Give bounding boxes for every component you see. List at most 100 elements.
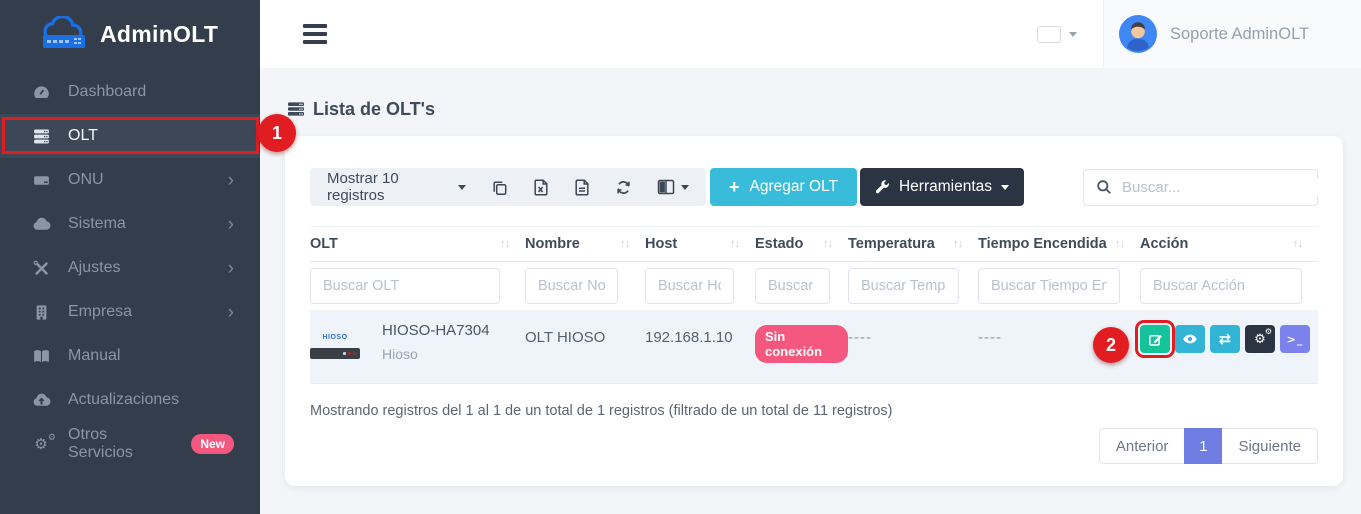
chevron-down-icon	[681, 185, 689, 194]
sidebar-item-sistema[interactable]: Sistema ›	[0, 202, 260, 246]
chevron-down-icon	[1001, 185, 1009, 194]
table-filter-row	[310, 262, 1318, 310]
device-icon	[31, 171, 51, 190]
table-header-row: OLT↑↓ Nombre↑↓ Host↑↓ Estado↑↓ Temperatu…	[310, 226, 1318, 262]
pagination: Anterior 1 Siguiente	[310, 428, 1318, 464]
app-logo[interactable]: AdminOLT	[0, 0, 260, 68]
user-menu[interactable]: Soporte AdminOLT	[1103, 0, 1361, 68]
sidebar-item-label: OLT	[68, 127, 98, 145]
language-dropdown[interactable]	[1038, 27, 1103, 42]
cell-nombre: OLT HIOSO	[525, 310, 645, 346]
sidebar-item-label: Empresa	[68, 303, 132, 321]
sidebar-item-label: Actualizaciones	[68, 391, 179, 409]
terminal-icon: >_	[1287, 333, 1304, 346]
sort-icon: ↑↓	[1293, 238, 1302, 250]
column-header-estado[interactable]: Estado↑↓	[755, 236, 848, 252]
chevron-right-icon: ›	[228, 171, 234, 190]
column-header-temperatura[interactable]: Temperatura↑↓	[848, 236, 978, 252]
view-button[interactable]	[1175, 325, 1205, 353]
table-toolbar: Mostrar 10 registros	[310, 168, 1318, 206]
sidebar: AdminOLT Dashboard OLT ONU › Sistema	[0, 0, 260, 514]
transfer-button[interactable]: ⇄	[1210, 325, 1240, 353]
filter-tiempo-input[interactable]	[978, 268, 1120, 304]
sidebar-item-ajustes[interactable]: Ajustes ›	[0, 246, 260, 290]
page-length-dropdown[interactable]: Mostrar 10 registros	[327, 170, 466, 204]
menu-toggle-button[interactable]	[303, 24, 327, 44]
settings-button[interactable]: ⚙⚙	[1245, 325, 1275, 353]
annotation-marker-2: 2	[1093, 327, 1129, 363]
exchange-icon: ⇄	[1219, 330, 1232, 348]
sidebar-item-label: Otros Servicios	[68, 426, 165, 462]
olt-device-image: HIOSO	[310, 326, 360, 359]
cell-actions: ⇄ ⚙⚙ >_	[1140, 310, 1318, 353]
chevron-right-icon: ›	[228, 215, 234, 234]
search-icon	[1096, 179, 1112, 195]
olt-table: OLT↑↓ Nombre↑↓ Host↑↓ Estado↑↓ Temperatu…	[310, 226, 1318, 384]
chevron-down-icon	[1069, 32, 1077, 41]
column-header-olt[interactable]: OLT↑↓	[310, 236, 525, 252]
sidebar-menu: Dashboard OLT ONU › Sistema › Aj	[0, 68, 260, 466]
filter-olt-input[interactable]	[310, 268, 500, 304]
sidebar-item-dashboard[interactable]: Dashboard	[0, 70, 260, 114]
pagination-previous[interactable]: Anterior	[1099, 428, 1185, 464]
export-excel-button[interactable]	[533, 179, 549, 196]
sort-icon: ↑↓	[1115, 238, 1124, 250]
gauge-icon	[31, 83, 51, 102]
sidebar-item-label: Ajustes	[68, 259, 120, 277]
page-title: Lista de OLT's	[287, 98, 1361, 120]
logo-cloud-olt-icon	[38, 16, 92, 52]
avatar	[1119, 15, 1157, 53]
tools-dropdown-button[interactable]: Herramientas	[860, 168, 1024, 206]
sidebar-item-actualizaciones[interactable]: Actualizaciones	[0, 378, 260, 422]
new-badge: New	[191, 434, 234, 454]
main-content: Lista de OLT's Mostrar 10 registros	[260, 68, 1361, 514]
tools-icon	[31, 259, 51, 278]
cell-temperatura: ----	[848, 310, 978, 346]
sidebar-item-manual[interactable]: Manual	[0, 334, 260, 378]
topbar: Soporte AdminOLT	[260, 0, 1361, 68]
sidebar-item-empresa[interactable]: Empresa ›	[0, 290, 260, 334]
sort-icon: ↑↓	[823, 238, 832, 250]
filter-estado-input[interactable]	[755, 268, 830, 304]
edit-button[interactable]	[1140, 325, 1170, 353]
sort-icon: ↑↓	[620, 238, 629, 250]
filter-accion-input[interactable]	[1140, 268, 1302, 304]
gear-icon: ⚙	[1265, 328, 1272, 336]
column-header-nombre[interactable]: Nombre↑↓	[525, 236, 645, 252]
pagination-page-1[interactable]: 1	[1184, 428, 1222, 464]
chevron-down-icon	[458, 185, 466, 194]
server-icon	[31, 127, 51, 146]
user-name: Soporte AdminOLT	[1170, 25, 1309, 44]
export-file-button[interactable]	[574, 179, 590, 196]
refresh-button[interactable]	[615, 179, 632, 196]
pagination-next[interactable]: Siguiente	[1222, 428, 1318, 464]
add-olt-button[interactable]: + Agregar OLT	[710, 168, 857, 206]
cloud-icon	[31, 215, 51, 234]
column-header-tiempo-encendida[interactable]: Tiempo Encendida↑↓	[978, 236, 1140, 252]
sidebar-item-onu[interactable]: ONU ›	[0, 158, 260, 202]
copy-button[interactable]	[491, 179, 508, 196]
wrench-icon	[875, 180, 890, 195]
filter-host-input[interactable]	[645, 268, 734, 304]
sidebar-item-olt[interactable]: OLT	[0, 114, 260, 158]
book-icon	[31, 347, 51, 366]
sidebar-item-label: Manual	[68, 347, 120, 365]
column-header-accion[interactable]: Acción↑↓	[1140, 236, 1318, 252]
gears-icon: ⚙⚙	[31, 437, 51, 452]
search-input[interactable]	[1122, 179, 1321, 196]
spain-flag-icon	[1038, 27, 1060, 42]
filter-temperatura-input[interactable]	[848, 268, 959, 304]
sidebar-item-label: Sistema	[68, 215, 126, 233]
column-header-host[interactable]: Host↑↓	[645, 236, 755, 252]
terminal-button[interactable]: >_	[1280, 325, 1310, 353]
sidebar-item-otros-servicios[interactable]: ⚙⚙ Otros Servicios New	[0, 422, 260, 466]
sort-icon: ↑↓	[500, 238, 509, 250]
column-visibility-button[interactable]	[657, 179, 689, 195]
olt-list-card: Mostrar 10 registros	[285, 136, 1343, 486]
filter-nombre-input[interactable]	[525, 268, 618, 304]
table-info: Mostrando registros del 1 al 1 de un tot…	[310, 403, 1318, 419]
olt-vendor: Hioso	[382, 346, 490, 362]
plus-icon: +	[729, 178, 740, 196]
table-row: HIOSO HIOSO-HA7304 Hioso OLT HIOSO 192.1…	[310, 310, 1318, 384]
search-box	[1083, 169, 1318, 206]
